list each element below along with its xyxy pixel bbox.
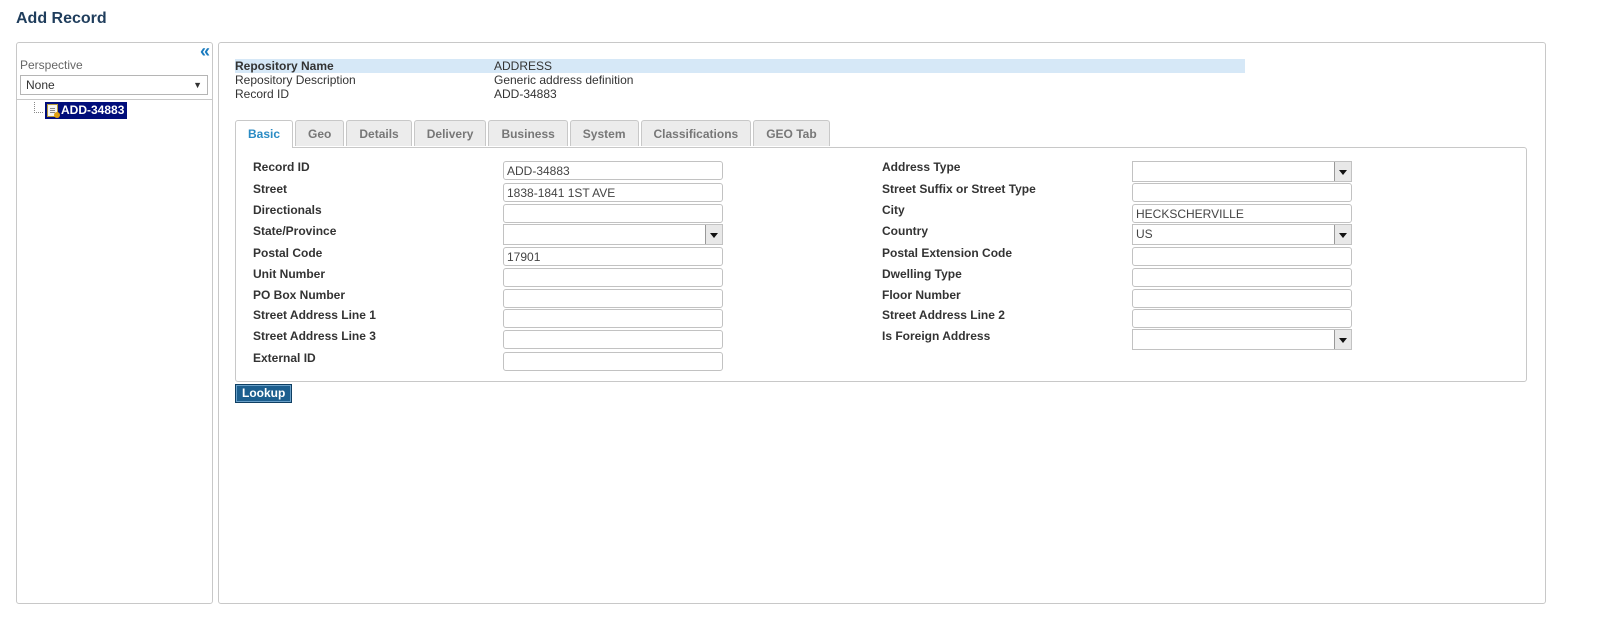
po-box-number-label: PO Box Number bbox=[253, 288, 346, 302]
repository-info: Repository Name ADDRESS Repository Descr… bbox=[235, 59, 1245, 101]
record-id-label: Record ID bbox=[253, 160, 310, 174]
perspective-value: None bbox=[26, 78, 55, 92]
city-label: City bbox=[882, 203, 905, 217]
postal-code-field[interactable] bbox=[503, 247, 723, 266]
chevron-down-icon[interactable] bbox=[705, 225, 722, 244]
info-value: Generic address definition bbox=[494, 73, 634, 87]
directionals-field[interactable] bbox=[503, 204, 723, 223]
street-address-line-2-label: Street Address Line 2 bbox=[882, 308, 1005, 322]
is-foreign-address-label: Is Foreign Address bbox=[882, 329, 991, 343]
postal-code-label: Postal Code bbox=[253, 246, 323, 260]
external-id-field[interactable] bbox=[503, 352, 723, 371]
basic-form: Record ID Street Directionals State/Prov… bbox=[235, 147, 1527, 382]
tree-node-record[interactable]: ADD-34883 bbox=[45, 102, 128, 119]
street-suffix-field[interactable] bbox=[1132, 183, 1352, 202]
info-value: ADDRESS bbox=[494, 59, 553, 73]
address-type-select[interactable] bbox=[1132, 161, 1352, 182]
tab-geo[interactable]: Geo bbox=[295, 120, 345, 146]
info-row-record-id: Record ID ADD-34883 bbox=[235, 87, 1245, 101]
street-field[interactable] bbox=[503, 183, 723, 202]
record-id-field[interactable] bbox=[503, 161, 723, 180]
info-row-repository-description: Repository Description Generic address d… bbox=[235, 73, 1245, 87]
record-document-icon bbox=[47, 104, 60, 118]
external-id-label: External ID bbox=[253, 351, 316, 365]
unit-number-field[interactable] bbox=[503, 268, 723, 287]
city-field[interactable] bbox=[1132, 204, 1352, 223]
perspective-select[interactable]: None ▼ bbox=[20, 75, 208, 95]
street-address-line-1-label: Street Address Line 1 bbox=[253, 308, 376, 322]
street-address-line-1-field[interactable] bbox=[503, 309, 723, 328]
street-suffix-label: Street Suffix or Street Type bbox=[882, 182, 1036, 196]
address-type-label: Address Type bbox=[882, 160, 961, 174]
info-row-repository-name: Repository Name ADDRESS bbox=[235, 59, 1245, 73]
dropdown-arrow-icon: ▼ bbox=[193, 80, 202, 90]
country-label: Country bbox=[882, 224, 928, 238]
chevron-down-icon[interactable] bbox=[1334, 162, 1351, 181]
po-box-number-field[interactable] bbox=[503, 289, 723, 308]
floor-number-label: Floor Number bbox=[882, 288, 961, 302]
divider bbox=[17, 99, 212, 100]
page-title: Add Record bbox=[16, 10, 107, 27]
is-foreign-address-select[interactable] bbox=[1132, 329, 1352, 350]
tab-system[interactable]: System bbox=[569, 120, 639, 146]
tab-basic[interactable]: Basic bbox=[235, 120, 294, 148]
info-key: Record ID bbox=[235, 87, 290, 101]
info-value: ADD-34883 bbox=[494, 87, 557, 101]
state-province-select[interactable] bbox=[503, 224, 723, 245]
tab-geo-tab[interactable]: GEO Tab bbox=[753, 120, 830, 146]
street-address-line-2-field[interactable] bbox=[1132, 309, 1352, 328]
floor-number-field[interactable] bbox=[1132, 289, 1352, 308]
tab-delivery[interactable]: Delivery bbox=[413, 120, 487, 146]
tab-business[interactable]: Business bbox=[488, 120, 568, 146]
country-value: US bbox=[1136, 227, 1153, 241]
tree-connector bbox=[34, 102, 43, 113]
postal-extension-code-label: Postal Extension Code bbox=[882, 246, 1013, 260]
street-label: Street bbox=[253, 182, 288, 196]
street-address-line-3-label: Street Address Line 3 bbox=[253, 329, 376, 343]
tab-details[interactable]: Details bbox=[346, 120, 412, 146]
dwelling-type-label: Dwelling Type bbox=[882, 267, 962, 281]
country-select[interactable]: US bbox=[1132, 224, 1352, 245]
tree-node-label: ADD-34883 bbox=[61, 103, 125, 117]
lookup-button[interactable]: Lookup bbox=[235, 384, 293, 403]
street-address-line-3-field[interactable] bbox=[503, 330, 723, 349]
info-key: Repository Name bbox=[235, 59, 334, 73]
postal-extension-code-field[interactable] bbox=[1132, 247, 1352, 266]
main-panel: Repository Name ADDRESS Repository Descr… bbox=[218, 42, 1546, 604]
dwelling-type-field[interactable] bbox=[1132, 268, 1352, 287]
chevron-down-icon[interactable] bbox=[1334, 225, 1351, 244]
tab-bar: Basic Geo Details Delivery Business Syst… bbox=[235, 120, 832, 148]
state-province-label: State/Province bbox=[253, 224, 337, 238]
info-key: Repository Description bbox=[235, 73, 356, 87]
chevron-down-icon[interactable] bbox=[1334, 330, 1351, 349]
collapse-left-icon[interactable]: « bbox=[200, 42, 210, 60]
left-panel: « Perspective None ▼ ADD-34883 bbox=[16, 42, 213, 604]
tab-classifications[interactable]: Classifications bbox=[640, 120, 752, 146]
directionals-label: Directionals bbox=[253, 203, 322, 217]
perspective-label: Perspective bbox=[20, 58, 83, 72]
unit-number-label: Unit Number bbox=[253, 267, 325, 281]
